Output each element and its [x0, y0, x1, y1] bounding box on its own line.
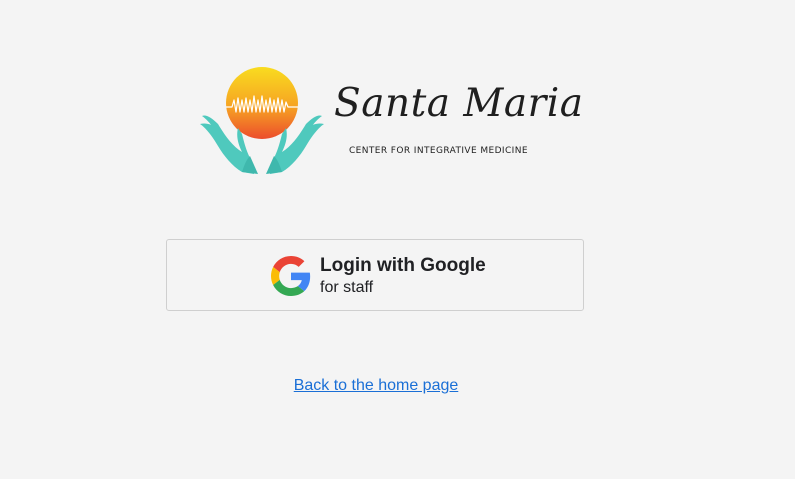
sun-in-hands-logo-icon	[200, 67, 324, 174]
login-button-subtitle: for staff	[320, 279, 374, 296]
login-with-google-button[interactable]: Login with Google for staff	[166, 239, 584, 311]
santa-maria-logo: Santa Maria CENTER FOR INTEGRATIVE MEDIC…	[198, 62, 583, 180]
logo-name: Santa Maria	[334, 81, 584, 126]
back-to-home-link[interactable]: Back to the home page	[0, 377, 752, 395]
login-page: Santa Maria CENTER FOR INTEGRATIVE MEDIC…	[0, 0, 795, 479]
google-g-icon	[271, 256, 311, 296]
logo-tagline: CENTER FOR INTEGRATIVE MEDICINE	[349, 146, 528, 156]
login-button-title: Login with Google	[320, 255, 486, 276]
